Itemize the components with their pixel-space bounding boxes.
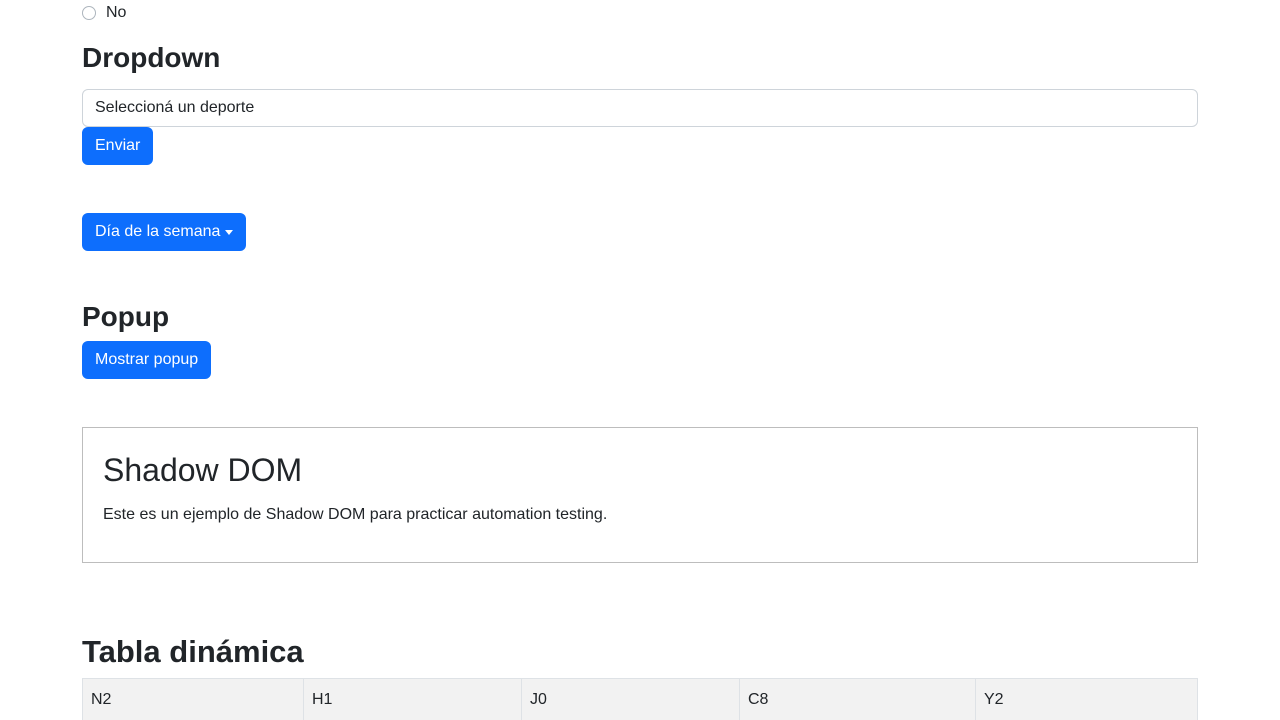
popup-heading: Popup	[82, 301, 170, 332]
page: No Dropdown Seleccioná un deporte Enviar…	[0, 0, 1280, 720]
shadow-dom-text: Este es un ejemplo de Shadow DOM para pr…	[103, 506, 608, 523]
table-cell: Y2	[975, 678, 1198, 720]
table-cell: N2	[82, 678, 304, 720]
dropdown-heading: Dropdown	[82, 42, 221, 73]
show-popup-label: Mostrar popup	[95, 351, 199, 368]
show-popup-button[interactable]: Mostrar popup	[82, 341, 212, 379]
submit-button-label: Enviar	[95, 137, 141, 154]
dynamic-table-heading: Tabla dinámica	[82, 634, 304, 669]
submit-button[interactable]: Enviar	[82, 127, 154, 165]
sport-select[interactable]: Seleccioná un deporte	[82, 89, 1198, 127]
dynamic-table: N2 H1 J0 C8 Y2	[82, 678, 1198, 720]
table-row: N2 H1 J0 C8 Y2	[82, 678, 1198, 720]
radio-button-no[interactable]	[82, 6, 96, 20]
weekday-dropdown-label: Día de la semana	[95, 223, 221, 240]
table-cell: J0	[521, 678, 740, 720]
table-cell: C8	[739, 678, 976, 720]
radio-label-no: No	[106, 4, 127, 21]
weekday-dropdown-button[interactable]: Día de la semana	[82, 213, 247, 251]
radio-option-no[interactable]: No	[82, 3, 126, 23]
sport-select-value: Seleccioná un deporte	[95, 99, 255, 116]
table-cell: H1	[303, 678, 522, 720]
shadow-dom-heading: Shadow DOM	[103, 452, 303, 488]
caret-down-icon	[225, 229, 234, 235]
shadow-dom-container: Shadow DOM Este es un ejemplo de Shadow …	[82, 427, 1198, 563]
